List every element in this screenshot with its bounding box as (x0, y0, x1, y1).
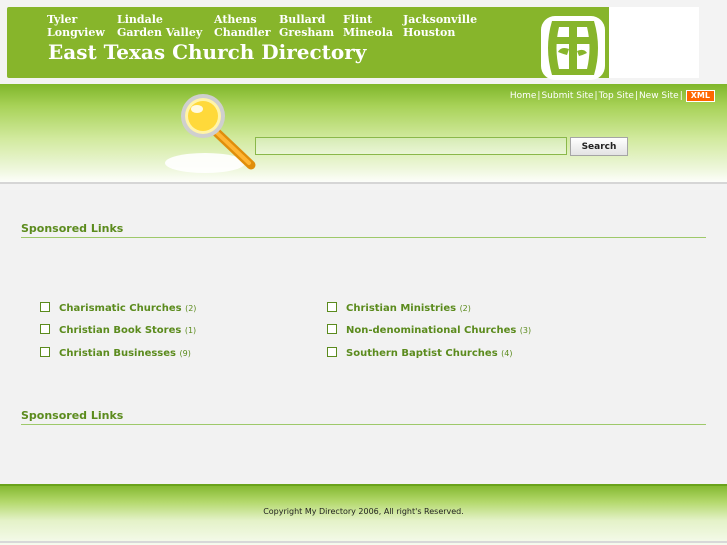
nav-new-site-link[interactable]: New Site (639, 91, 679, 101)
nav-separator: | (537, 91, 541, 101)
category-count: (2) (459, 304, 471, 313)
search-input[interactable] (255, 137, 567, 155)
category-count: (9) (179, 349, 191, 358)
site-title: East Texas Church Directory (48, 40, 367, 64)
sponsored-links-heading: Sponsored Links (21, 409, 706, 425)
divider (0, 182, 727, 184)
city-chandler[interactable]: Chandler (214, 26, 271, 39)
nav-submit-site-link[interactable]: Submit Site (541, 91, 593, 101)
sponsored-links-heading: Sponsored Links (21, 222, 706, 238)
category-label[interactable]: Charismatic Churches (59, 303, 182, 314)
category-item[interactable]: Southern Baptist Churches (4) (327, 347, 512, 359)
city-longview[interactable]: Longview (47, 26, 105, 39)
city-bullard[interactable]: Bullard (279, 13, 325, 26)
city-flint[interactable]: Flint (343, 13, 372, 26)
xml-feed-badge[interactable]: XML (685, 90, 715, 102)
magnifier-icon (165, 94, 256, 173)
top-nav: Home|Submit Site|Top Site|New Site| XML (510, 90, 715, 102)
footer: Copyright My Directory 2006, All right's… (0, 484, 727, 545)
checkbox-square-icon (327, 302, 337, 312)
category-count: (2) (185, 304, 197, 313)
category-label[interactable]: Non-denominational Churches (346, 325, 516, 336)
city-jacksonville[interactable]: Jacksonville (403, 13, 477, 26)
category-count: (4) (501, 349, 513, 358)
main-content: Sponsored Links Charismatic Churches (2)… (0, 190, 727, 480)
category-label[interactable]: Southern Baptist Churches (346, 348, 498, 359)
category-item[interactable]: Christian Book Stores (1) (40, 324, 196, 336)
city-garden-valley[interactable]: Garden Valley (117, 26, 202, 39)
nav-separator: | (634, 91, 638, 101)
nav-home-link[interactable]: Home (510, 91, 537, 101)
nav-top-site-link[interactable]: Top Site (599, 91, 634, 101)
category-label[interactable]: Christian Ministries (346, 303, 456, 314)
nav-separator: | (679, 91, 683, 101)
category-count: (1) (184, 326, 197, 335)
city-gresham[interactable]: Gresham (279, 26, 334, 39)
category-item[interactable]: Non-denominational Churches (3) (327, 324, 531, 336)
divider (0, 484, 727, 486)
search-band: Home|Submit Site|Top Site|New Site| XML S… (0, 84, 727, 184)
city-houston[interactable]: Houston (403, 26, 455, 39)
search-button[interactable]: Search (570, 137, 628, 156)
checkbox-square-icon (327, 324, 337, 334)
checkbox-square-icon (40, 324, 50, 334)
category-item[interactable]: Christian Businesses (9) (40, 347, 191, 359)
divider (0, 541, 727, 543)
checkbox-square-icon (40, 302, 50, 312)
checkbox-square-icon (40, 347, 50, 357)
city-athens[interactable]: Athens (214, 13, 257, 26)
banner-logo-area (609, 7, 699, 78)
category-item[interactable]: Christian Ministries (2) (327, 302, 471, 314)
checkbox-square-icon (327, 347, 337, 357)
city-lindale[interactable]: Lindale (117, 13, 163, 26)
category-label[interactable]: Christian Book Stores (59, 325, 181, 336)
category-count: (3) (519, 326, 532, 335)
city-tyler[interactable]: Tyler (47, 13, 77, 26)
nav-separator: | (594, 91, 598, 101)
cross-dove-logo-icon (541, 16, 605, 80)
category-label[interactable]: Christian Businesses (59, 348, 176, 359)
city-mineola[interactable]: Mineola (343, 26, 393, 39)
header-banner: Tyler Lindale Athens Bullard Flint Jacks… (7, 7, 699, 80)
copyright-text: Copyright My Directory 2006, All right's… (263, 507, 464, 516)
category-item[interactable]: Charismatic Churches (2) (40, 302, 196, 314)
